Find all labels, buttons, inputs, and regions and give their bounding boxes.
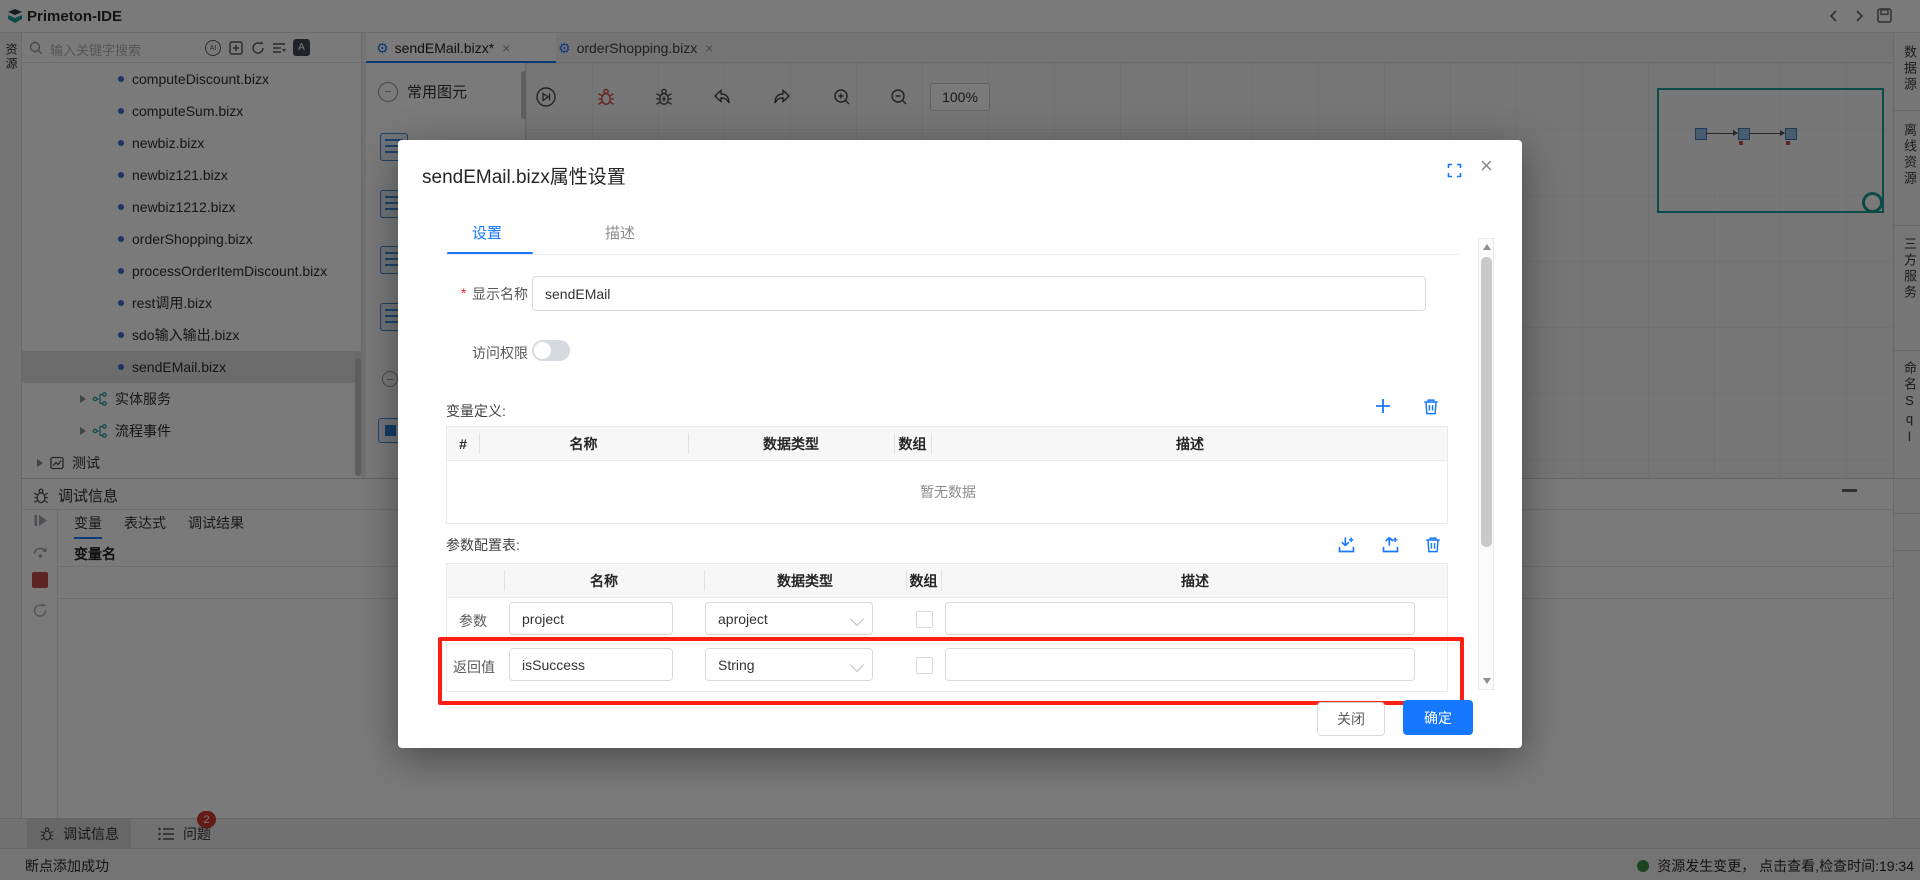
delete-parameter-icon[interactable] [1424, 535, 1442, 554]
dialog-title: sendEMail.bizx属性设置 [422, 162, 626, 189]
access-permission-toggle[interactable] [532, 340, 570, 361]
dialog-scrollbar[interactable] [1478, 238, 1494, 690]
export-parameters-icon[interactable] [1380, 534, 1401, 555]
array-checkbox[interactable] [916, 611, 933, 628]
display-name-input[interactable] [532, 276, 1426, 311]
param-name-input[interactable] [509, 602, 673, 635]
parameter-config-label: 参数配置表: [446, 535, 520, 555]
ok-button[interactable]: 确定 [1403, 700, 1473, 735]
close-dialog-icon[interactable]: × [1480, 153, 1493, 179]
parameter-row: 参数 aproject [447, 597, 1449, 642]
scroll-up-icon[interactable] [1483, 244, 1491, 250]
dialog-tab-description[interactable]: 描述 [605, 222, 635, 243]
chevron-down-icon [850, 612, 864, 626]
add-variable-icon[interactable] [1373, 396, 1393, 416]
properties-dialog: sendEMail.bizx属性设置 × 设置 描述 * 显示名称 访问权限 变… [398, 140, 1522, 748]
expand-dialog-icon[interactable] [1446, 162, 1463, 179]
param-type-select[interactable]: aproject [705, 602, 873, 635]
close-button[interactable]: 关闭 [1317, 702, 1385, 736]
row-kind-label: 参数 [459, 611, 487, 631]
param-description-input[interactable] [945, 602, 1415, 635]
parameter-table-header: 名称 数据类型 数组 描述 [447, 564, 1447, 598]
highlight-return-row-annotation [438, 637, 1464, 705]
scrollbar-thumb[interactable] [1481, 257, 1492, 547]
required-asterisk: * [461, 285, 466, 301]
access-permission-label: 访问权限 [472, 343, 528, 363]
scroll-down-icon[interactable] [1483, 678, 1491, 684]
dialog-tab-settings[interactable]: 设置 [472, 222, 502, 243]
variable-definition-label: 变量定义: [446, 401, 506, 421]
empty-data-placeholder: 暂无数据 [447, 460, 1449, 524]
import-parameters-icon[interactable] [1336, 534, 1357, 555]
variable-table-header: # 名称 数据类型 数组 描述 [447, 427, 1447, 461]
primeton-ide-window: Primeton-IDE 资源 输入关键字搜索 AI [0, 0, 1920, 880]
display-name-label: 显示名称 [472, 284, 528, 304]
delete-variable-icon[interactable] [1422, 397, 1440, 416]
variable-definition-table: # 名称 数据类型 数组 描述 暂无数据 [446, 426, 1448, 524]
